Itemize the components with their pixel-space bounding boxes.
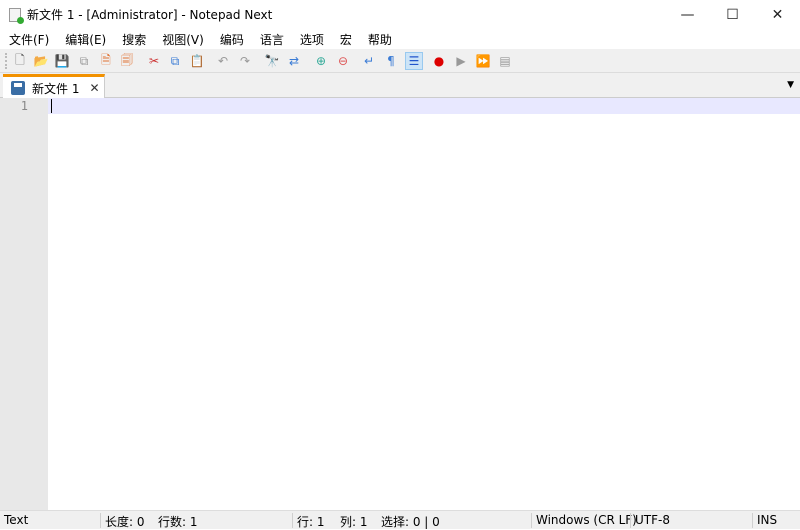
redo-button[interactable]: ↷ xyxy=(236,52,254,70)
status-lines: 行数: 1 xyxy=(158,515,198,529)
menu-encoding[interactable]: 编码 xyxy=(211,31,251,48)
menu-language[interactable]: 语言 xyxy=(251,31,291,48)
tab-close-button[interactable]: ✕ xyxy=(89,81,99,95)
save-all-icon: ⧉ xyxy=(79,53,89,68)
tab-new-file-1[interactable]: 新文件 1 ✕ xyxy=(3,74,105,99)
save-icon: 💾 xyxy=(54,54,70,68)
app-icon xyxy=(9,7,24,24)
undo-button[interactable]: ↶ xyxy=(214,52,232,70)
toolbar-grip[interactable] xyxy=(5,53,7,69)
status-language[interactable]: Text xyxy=(4,513,28,527)
line-number: 1 xyxy=(20,99,28,113)
caret xyxy=(51,99,52,113)
title-bar: 新文件 1 - [Administrator] - Notepad Next —… xyxy=(0,0,800,29)
close-button[interactable]: ✕ xyxy=(755,0,800,29)
status-eol[interactable]: Windows (CR LF) xyxy=(536,513,637,527)
menu-settings[interactable]: 选项 xyxy=(291,31,331,48)
zoom-in-icon: ⊕ xyxy=(315,54,327,68)
cut-icon: ✂ xyxy=(148,54,160,68)
tab-label: 新文件 1 xyxy=(32,81,80,96)
status-selection: 选择: 0 | 0 xyxy=(381,515,440,529)
tab-bar: 新文件 1 ✕ ▼ xyxy=(0,73,800,99)
menu-edit[interactable]: 编辑(E) xyxy=(56,31,113,48)
paste-icon: 📋 xyxy=(189,54,205,68)
open-file-button[interactable]: 📂 xyxy=(32,52,50,70)
indent-guide-icon: ☰ xyxy=(408,54,420,68)
zoom-out-icon: ⊖ xyxy=(337,54,349,68)
macro-run-multiple-icon: ⏩ xyxy=(475,54,491,68)
word-wrap-icon: ↵ xyxy=(363,54,375,68)
replace-icon: ⇄ xyxy=(288,54,300,68)
minimize-button[interactable]: — xyxy=(665,0,710,29)
status-bar: Text 长度: 0 行数: 1 行: 1 列: 1 选择: 0 | 0 Win… xyxy=(0,510,800,529)
redo-icon: ↷ xyxy=(239,54,251,68)
status-insert-mode[interactable]: INS xyxy=(757,513,777,527)
macro-play-button[interactable]: ▶ xyxy=(452,52,470,70)
status-column: 列: 1 xyxy=(340,515,368,529)
new-file-button[interactable]: 🗋 xyxy=(11,52,29,70)
text-editor[interactable] xyxy=(48,98,800,510)
line-number-gutter: 1 xyxy=(0,98,48,510)
window-title: 新文件 1 - [Administrator] - Notepad Next xyxy=(27,8,273,22)
zoom-in-button[interactable]: ⊕ xyxy=(312,52,330,70)
cut-button[interactable]: ✂ xyxy=(145,52,163,70)
menu-macro[interactable]: 宏 xyxy=(331,31,359,48)
current-line-highlight xyxy=(48,98,800,114)
undo-icon: ↶ xyxy=(217,54,229,68)
macro-run-multiple-button[interactable]: ⏩ xyxy=(474,52,492,70)
macro-record-icon: ● xyxy=(433,54,445,68)
toolbar: 🗋 📂 💾 ⧉ 🗎 🗐 ✂ ⧉ 📋 ↶ ↷ 🔭 ⇄ ⊕ ⊖ ↵ ¶ ☰ ● ▶ ⏩ ▤ xyxy=(0,49,800,73)
paste-button[interactable]: 📋 xyxy=(188,52,206,70)
macro-save-button[interactable]: ▤ xyxy=(496,52,514,70)
copy-button[interactable]: ⧉ xyxy=(166,52,184,70)
find-button[interactable]: 🔭 xyxy=(263,52,281,70)
replace-button[interactable]: ⇄ xyxy=(285,52,303,70)
indent-guide-button[interactable]: ☰ xyxy=(405,52,423,70)
maximize-button[interactable]: ☐ xyxy=(710,0,755,29)
menu-file[interactable]: 文件(F) xyxy=(0,31,56,48)
copy-icon: ⧉ xyxy=(170,53,180,68)
zoom-out-button[interactable]: ⊖ xyxy=(334,52,352,70)
menu-view[interactable]: 视图(V) xyxy=(153,31,211,48)
close-all-icon: 🗐 xyxy=(121,52,133,67)
menu-bar: 文件(F) 编辑(E) 搜索 视图(V) 编码 语言 选项 宏 帮助 xyxy=(0,29,800,49)
tab-list-dropdown[interactable]: ▼ xyxy=(787,80,794,90)
status-length: 长度: 0 xyxy=(105,515,145,529)
menu-help[interactable]: 帮助 xyxy=(359,31,399,48)
status-encoding[interactable]: UTF-8 xyxy=(635,513,670,527)
menu-search[interactable]: 搜索 xyxy=(113,31,153,48)
close-file-icon: 🗎 xyxy=(101,52,111,67)
save-all-button[interactable]: ⧉ xyxy=(75,52,93,70)
show-all-chars-icon: ¶ xyxy=(387,54,395,68)
new-file-icon: 🗋 xyxy=(15,52,25,67)
status-line: 行: 1 xyxy=(297,515,325,529)
show-all-chars-button[interactable]: ¶ xyxy=(382,52,400,70)
open-file-icon: 📂 xyxy=(33,54,49,68)
macro-save-icon: ▤ xyxy=(499,54,511,68)
save-button[interactable]: 💾 xyxy=(53,52,71,70)
find-icon: 🔭 xyxy=(264,54,280,68)
word-wrap-button[interactable]: ↵ xyxy=(360,52,378,70)
close-all-button[interactable]: 🗐 xyxy=(118,52,136,70)
save-icon xyxy=(11,81,25,95)
macro-record-button[interactable]: ● xyxy=(430,52,448,70)
close-file-button[interactable]: 🗎 xyxy=(97,52,115,70)
macro-play-icon: ▶ xyxy=(456,54,466,68)
